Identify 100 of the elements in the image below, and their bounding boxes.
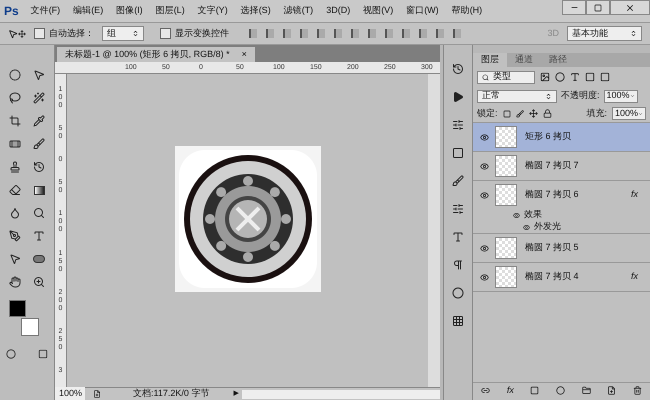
opacity-field[interactable]: 100% — [604, 90, 638, 102]
document-title: 未标题-1 @ 100% (矩形 6 拷贝, RGB/8) * — [65, 48, 230, 61]
bandage-icon — [9, 138, 21, 150]
effect-eye-icon[interactable] — [523, 224, 530, 230]
sliders-icon — [452, 203, 464, 215]
circle-icon — [452, 287, 464, 299]
menu-item[interactable]: 帮助(H) — [452, 4, 482, 18]
search-icon — [482, 74, 489, 80]
pilcrow-icon — [452, 259, 464, 271]
sliders-icon — [452, 119, 464, 131]
grid-icon — [452, 315, 464, 327]
hand-icon — [9, 276, 21, 288]
lock-all-icon[interactable] — [542, 109, 552, 118]
delete-icon[interactable] — [632, 386, 642, 395]
shape-filter-icon[interactable] — [585, 72, 595, 82]
brush-icon — [452, 175, 464, 187]
visibility-eye-icon[interactable] — [480, 162, 488, 170]
spinner-arrows-icon — [132, 30, 139, 37]
layer-thumbnail — [495, 237, 517, 259]
maximize-icon — [594, 4, 602, 12]
layer-row[interactable]: 矩形 6 拷贝 — [473, 123, 650, 151]
layer-name: 椭圆 7 拷贝 4 — [525, 270, 579, 284]
type-filter-icon[interactable] — [570, 72, 580, 82]
foreground-color-swatch[interactable] — [9, 300, 26, 317]
move-tool-icon — [8, 28, 26, 38]
circle-icon — [6, 349, 16, 359]
new-layer-icon[interactable] — [607, 386, 616, 395]
lock-position-icon[interactable] — [528, 109, 538, 118]
dropdown-caret-icon — [630, 93, 635, 99]
link-layers-icon[interactable] — [481, 386, 490, 395]
auto-select-checkbox[interactable] — [34, 28, 45, 39]
menu-item[interactable]: 3D(D) — [326, 4, 350, 18]
visibility-eye-icon[interactable] — [480, 132, 488, 142]
menu-item[interactable]: 选择(S) — [240, 4, 271, 18]
close-button[interactable] — [610, 0, 650, 15]
play-icon — [452, 91, 464, 103]
menu-item[interactable]: 文字(Y) — [198, 4, 228, 18]
tab-close-button[interactable]: × — [242, 48, 247, 62]
panel-tab[interactable]: 图层 — [473, 53, 507, 67]
menu-item[interactable]: 滤镜(T) — [284, 4, 314, 18]
layer-effects-label: fx — [630, 270, 638, 284]
fill-label: 填充: — [586, 106, 607, 120]
eraser-icon — [9, 184, 21, 196]
new-group-icon[interactable] — [582, 386, 591, 395]
add-style-button[interactable]: fx — [506, 384, 514, 398]
auto-select-label: 自动选择： — [49, 26, 94, 40]
background-color-swatch[interactable] — [21, 318, 39, 336]
menu-item[interactable]: 图层(L) — [156, 4, 185, 18]
layer-name: 椭圆 7 拷贝 7 — [525, 159, 579, 172]
blend-mode-dropdown[interactable]: 正常 — [477, 90, 557, 102]
close-icon — [625, 2, 635, 12]
adjustment-filter-icon[interactable] — [555, 72, 565, 82]
layer-name: 矩形 6 拷贝 — [525, 130, 572, 144]
square-icon — [452, 147, 464, 159]
pen-icon — [9, 230, 21, 242]
lock-pixels-icon[interactable] — [502, 110, 511, 118]
spinner-arrows-icon — [630, 30, 637, 37]
layer-thumbnail — [495, 184, 517, 206]
show-transform-checkbox[interactable] — [160, 28, 171, 39]
layer-thumbnail — [495, 155, 517, 177]
magnifier-icon — [33, 207, 45, 219]
visibility-eye-icon[interactable] — [480, 272, 488, 282]
workspace-dropdown[interactable]: 基本功能 — [567, 26, 642, 41]
menu-item[interactable]: 文件(F) — [30, 4, 60, 18]
image-filter-icon[interactable] — [540, 72, 550, 82]
crop-icon — [9, 115, 21, 127]
zoom-field[interactable]: 100% — [55, 387, 85, 400]
menu-item[interactable]: 编辑(E) — [73, 4, 104, 18]
layer-thumbnail — [495, 266, 517, 288]
fill-field[interactable]: 100% — [612, 107, 646, 120]
visibility-eye-icon[interactable] — [480, 244, 488, 252]
effect-name: 外发光 — [534, 220, 561, 234]
magic-wand-icon — [33, 92, 45, 104]
eyedropper-icon — [33, 115, 45, 127]
dashed-circle-icon — [9, 69, 21, 81]
droplet-icon — [9, 207, 21, 219]
app-logo: Ps — [4, 3, 19, 20]
document-tab[interactable]: 未标题-1 @ 100% (矩形 6 拷贝, RGB/8) * × — [57, 47, 255, 62]
lock-paint-icon[interactable] — [516, 110, 524, 118]
effects-label: 效果 — [524, 208, 542, 222]
effects-eye-icon[interactable] — [513, 212, 520, 218]
menu-item[interactable]: 视图(V) — [363, 4, 394, 18]
maximize-button[interactable] — [586, 0, 610, 15]
zoom-icon — [33, 276, 45, 288]
add-mask-icon[interactable] — [530, 386, 540, 395]
gradient-icon — [34, 186, 44, 194]
menu-item[interactable]: 图像(I) — [116, 4, 143, 18]
history-icon — [33, 161, 45, 173]
menu-item[interactable]: 窗口(W) — [406, 4, 439, 18]
visibility-eye-icon[interactable] — [480, 190, 488, 200]
square-icon — [38, 349, 48, 359]
arrow-pointer-icon — [9, 253, 21, 265]
layer-effects-label: fx — [630, 188, 638, 202]
dropdown-caret-icon — [638, 110, 643, 116]
lasso-icon — [9, 92, 21, 104]
mode-3d-label: 3D — [547, 26, 559, 40]
layer-name: 椭圆 7 拷贝 6 — [525, 188, 579, 202]
auto-select-dropdown[interactable]: 组 — [102, 26, 144, 41]
filter-dropdown[interactable]: 类型 — [477, 70, 535, 84]
text-icon — [33, 230, 45, 242]
